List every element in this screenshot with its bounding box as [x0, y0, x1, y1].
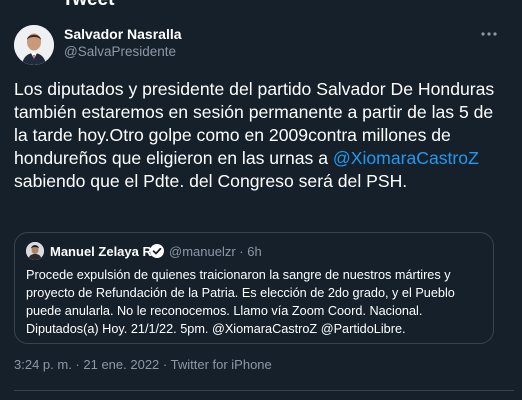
tweet-source[interactable]: Twitter for iPhone: [171, 357, 272, 372]
meta-separator: ·: [71, 357, 84, 372]
quote-meta: @manuelzr · 6h: [169, 244, 262, 259]
more-horizontal-icon: [481, 32, 497, 36]
author-handle[interactable]: @SalvaPresidente: [64, 44, 176, 59]
tweet-text-part: sabiendo que el Pdte. del Congreso será …: [14, 171, 408, 191]
author-avatar[interactable]: [14, 25, 54, 65]
tweet-timestamp: 3:24 p. m. · 21 ene. 2022 · Twitter for …: [14, 357, 272, 372]
quote-age: 6h: [247, 244, 262, 259]
verified-badge-icon: [150, 244, 164, 258]
quote-author-name: Manuel Zelaya R.: [50, 244, 156, 259]
tweet-page: Tweet Salvador Nasralla @SalvaPresidente…: [0, 0, 522, 400]
tweet-text: Los diputados y presidente del partido S…: [14, 78, 510, 193]
quoted-tweet[interactable]: Manuel Zelaya R. @manuelzr · 6h Procede …: [14, 232, 494, 344]
quote-author-handle: @manuelzr: [169, 244, 236, 259]
tweet-date[interactable]: 21 ene. 2022: [83, 357, 159, 372]
page-title: Tweet: [62, 0, 114, 11]
tweet-time[interactable]: 3:24 p. m.: [14, 357, 72, 372]
mention-link[interactable]: @XiomaraCastroZ: [333, 148, 479, 168]
quote-text: Procede expulsión de quienes traicionaro…: [26, 268, 455, 336]
divider: [14, 390, 514, 391]
meta-separator: ·: [159, 357, 171, 372]
author-name[interactable]: Salvador Nasralla: [64, 26, 182, 42]
quote-avatar-image: [26, 242, 44, 260]
avatar-image: [14, 25, 54, 65]
quote-author-avatar: [26, 242, 44, 260]
quote-separator: ·: [235, 244, 248, 259]
more-options-button[interactable]: [478, 24, 500, 44]
